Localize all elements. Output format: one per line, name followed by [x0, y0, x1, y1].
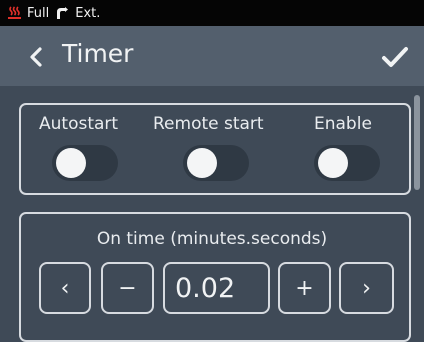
autostart-label: Autostart [39, 114, 119, 134]
remote-start-toggle[interactable] [183, 145, 249, 181]
back-button[interactable] [26, 46, 48, 68]
prev-button[interactable]: ‹ [39, 262, 91, 314]
enable-toggle[interactable] [314, 145, 380, 181]
scroll-thumb[interactable] [414, 95, 420, 190]
decrement-button[interactable]: − [101, 262, 154, 314]
chevron-left-icon [30, 47, 42, 67]
plus-icon: + [295, 275, 314, 301]
scrollbar[interactable] [414, 95, 420, 323]
toggle-knob [318, 148, 348, 178]
confirm-button[interactable] [380, 42, 410, 72]
status-ext: Ext. [75, 5, 101, 21]
page-title: Timer [62, 39, 134, 68]
autostart-toggle[interactable] [52, 145, 118, 181]
increment-button[interactable]: + [278, 262, 331, 314]
heater-icon [8, 6, 21, 20]
enable-label: Enable [314, 114, 372, 134]
chevron-left-icon: ‹ [60, 275, 70, 301]
pump-icon [55, 6, 69, 20]
check-icon [382, 47, 408, 67]
on-time-title: On time (minutes.seconds) [96, 229, 328, 249]
minus-icon: − [118, 275, 137, 301]
toggle-knob [56, 148, 86, 178]
status-mode: Full [27, 5, 50, 21]
on-time-value: 0.02 [175, 272, 236, 304]
next-button[interactable]: › [339, 262, 394, 314]
status-bar: Full Ext. [0, 0, 424, 26]
on-time-value-field[interactable]: 0.02 [163, 262, 270, 314]
toggle-knob [187, 148, 217, 178]
chevron-right-icon: › [362, 275, 371, 301]
remote-start-label: Remote start [153, 114, 264, 134]
